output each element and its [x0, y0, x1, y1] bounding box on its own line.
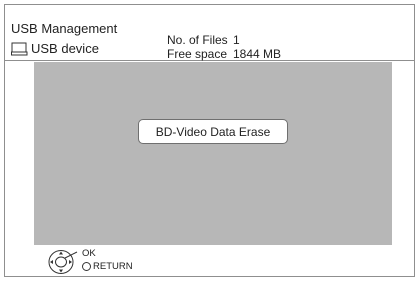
menu-panel: BD-Video Data Erase [34, 62, 392, 245]
files-count-label: No. of Files [167, 33, 228, 47]
navigation-pad-icon [48, 249, 78, 275]
device-label: USB device [31, 41, 99, 56]
ok-hint: OK [82, 248, 96, 259]
bd-video-data-erase-button[interactable]: BD-Video Data Erase [138, 119, 288, 144]
page-title: USB Management [11, 21, 118, 36]
files-count-value: 1 [233, 33, 240, 47]
header-bar: USB Management USB device No. of Files 1… [5, 5, 414, 61]
return-button-icon [82, 262, 91, 271]
usb-device-icon [11, 42, 28, 56]
return-hint-label: RETURN [93, 261, 133, 272]
free-space-value: 1844 MB [233, 47, 282, 61]
device-info: USB device [11, 41, 99, 56]
return-hint: RETURN [82, 261, 133, 272]
free-space-label: Free space [167, 47, 228, 61]
